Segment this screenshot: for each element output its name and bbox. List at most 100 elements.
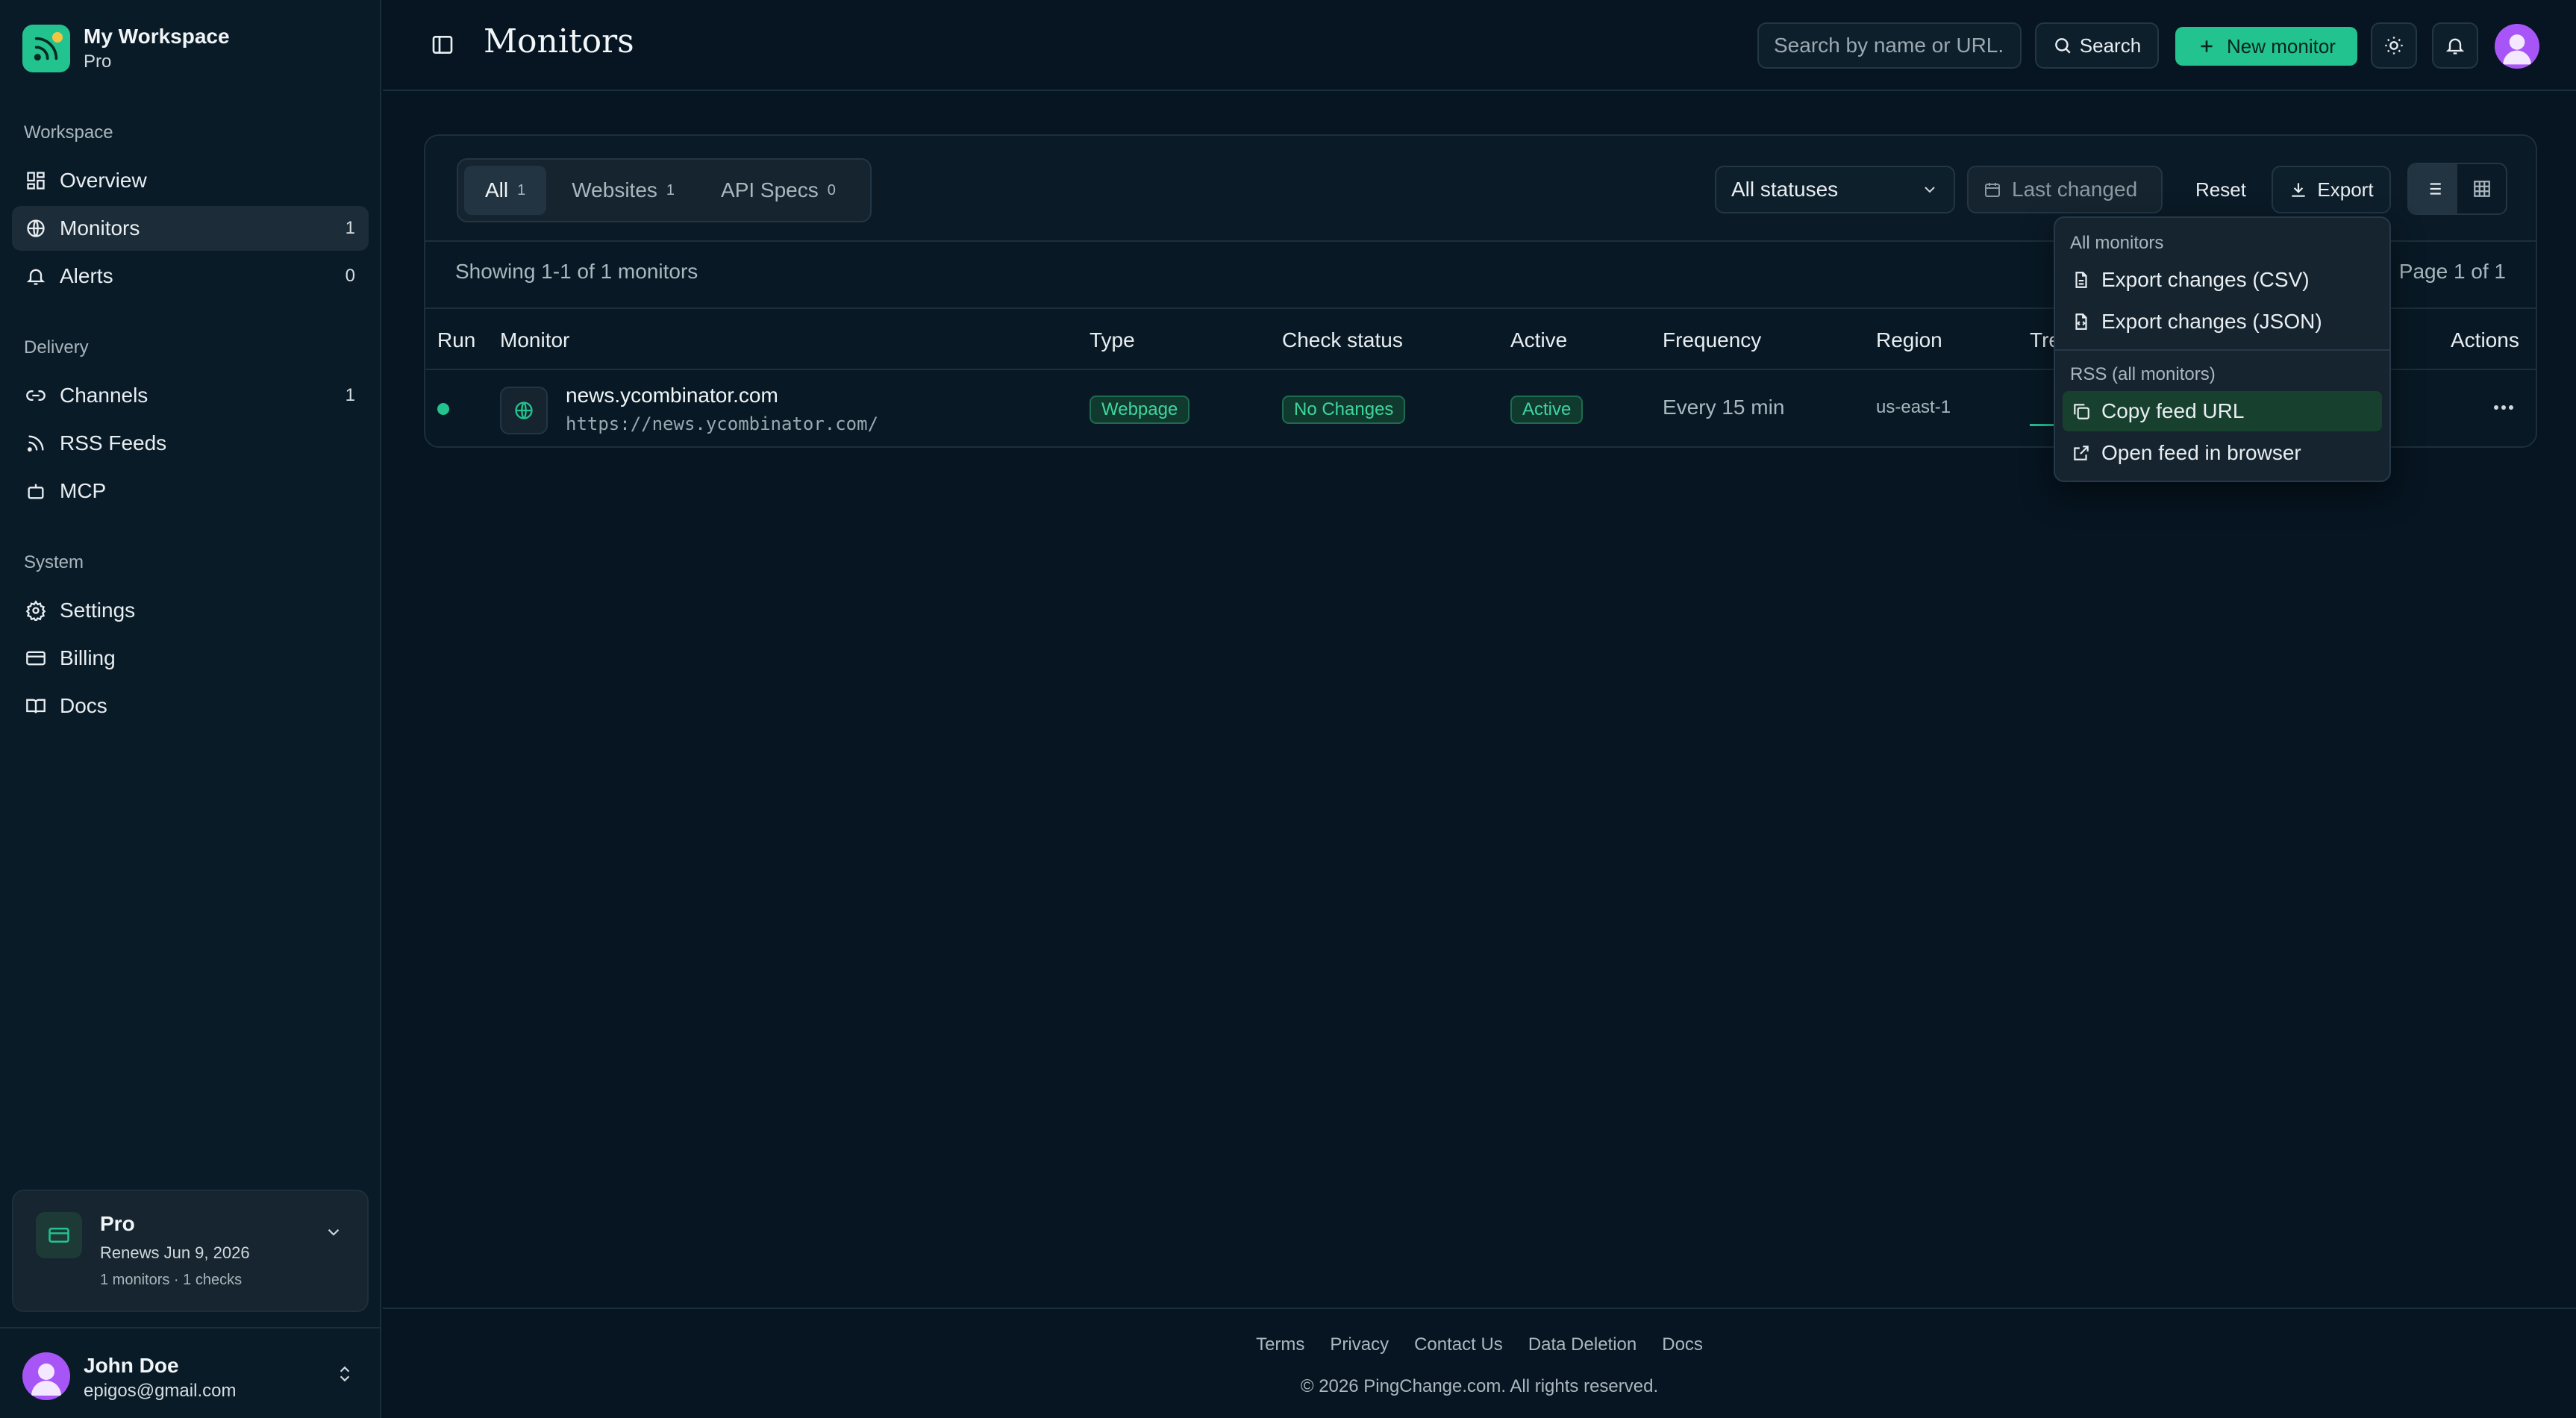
column-header-active: Active: [1510, 328, 1568, 352]
copyright: © 2026 PingChange.com. All rights reserv…: [1300, 1376, 1659, 1396]
search-button[interactable]: Search: [2035, 22, 2159, 69]
plan-stats: 1 monitors · 1 checks: [100, 1272, 243, 1288]
globe-icon: [500, 387, 548, 434]
dashboard-icon: [27, 172, 45, 190]
sidebar-item-monitors[interactable]: Monitors 1: [12, 206, 369, 251]
menu-item-export-json[interactable]: Export changes (JSON): [2063, 302, 2382, 342]
tab-websites[interactable]: Websites 1: [551, 166, 695, 215]
footer: Terms Privacy Contact Us Data Deletion D…: [383, 1308, 2576, 1418]
results-summary: Showing 1-1 of 1 monitors: [455, 260, 698, 283]
notifications-button[interactable]: [2432, 22, 2478, 69]
workspace-switcher[interactable]: My Workspace Pro: [22, 22, 230, 75]
copy-icon: [2074, 404, 2089, 419]
menu-item-copy-feed-url[interactable]: Copy feed URL: [2063, 391, 2382, 431]
menu-item-open-feed[interactable]: Open feed in browser: [2063, 433, 2382, 473]
chevrons-up-down-icon: [335, 1363, 354, 1385]
bell-icon: [2445, 38, 2465, 54]
type-badge: Webpage: [1090, 396, 1190, 424]
sidebar-item-billing[interactable]: Billing: [12, 636, 369, 681]
chevron-down-icon: [1925, 187, 1935, 193]
sidebar-item-rss-feeds[interactable]: RSS Feeds: [12, 421, 369, 466]
list-view-icon[interactable]: [2409, 164, 2457, 213]
user-name: John Doe: [84, 1354, 179, 1377]
tab-api-specs[interactable]: API Specs 0: [700, 166, 857, 215]
sidebar-item-label: Settings: [60, 599, 136, 622]
footer-links: Terms Privacy Contact Us Data Deletion D…: [383, 1334, 2576, 1355]
region-value: us-east-1: [1876, 397, 1951, 417]
frequency-value: Every 15 min: [1663, 396, 1785, 419]
export-button[interactable]: Export: [2272, 166, 2391, 213]
sidebar-toggle-icon[interactable]: [431, 33, 454, 57]
export-dropdown-menu: All monitors Export changes (CSV) Export…: [2054, 216, 2391, 482]
chevron-down-icon[interactable]: [324, 1222, 343, 1242]
sidebar-item-label: Docs: [60, 694, 107, 717]
plus-icon: [2201, 40, 2213, 52]
rss-icon: [27, 435, 44, 452]
sidebar-item-label: MCP: [60, 479, 107, 502]
menu-item-label: Export changes (CSV): [2101, 268, 2310, 291]
sidebar-item-docs[interactable]: Docs: [12, 684, 369, 728]
column-header-run: Run: [437, 328, 476, 352]
link-icon: [26, 390, 46, 401]
sidebar-item-channels[interactable]: Channels 1: [12, 373, 369, 418]
footer-link-privacy[interactable]: Privacy: [1330, 1334, 1389, 1355]
column-header-actions: Actions: [2451, 328, 2519, 352]
sidebar: My Workspace Pro Workspace Overview Moni…: [0, 0, 381, 1418]
sidebar-item-overview[interactable]: Overview: [12, 158, 369, 203]
column-header-type: Type: [1090, 328, 1135, 352]
plan-renewal: Renews Jun 9, 2026: [100, 1243, 250, 1262]
menu-item-label: Export changes (JSON): [2101, 310, 2322, 333]
workspace-plan: Pro: [84, 51, 112, 72]
export-label: Export: [2317, 178, 2374, 201]
file-code-icon: [2075, 313, 2087, 330]
new-monitor-button[interactable]: New monitor: [2175, 27, 2357, 66]
status-filter-select[interactable]: All statuses: [1715, 166, 1955, 213]
more-actions-icon[interactable]: [2485, 393, 2522, 422]
globe-icon: [27, 219, 45, 237]
monitor-type-tabs: All 1 Websites 1 API Specs 0: [457, 158, 872, 222]
workspace-logo-icon: [22, 25, 70, 72]
footer-link-docs[interactable]: Docs: [1662, 1334, 1703, 1355]
sidebar-item-mcp[interactable]: MCP: [12, 469, 369, 513]
reset-button[interactable]: Reset: [2182, 166, 2260, 213]
menu-item-export-csv[interactable]: Export changes (CSV): [2063, 260, 2382, 300]
plan-card[interactable]: Pro Renews Jun 9, 2026 1 monitors · 1 ch…: [12, 1190, 369, 1312]
avatar[interactable]: [2495, 24, 2539, 69]
credit-card-icon: [36, 1212, 82, 1258]
grid-view-icon[interactable]: [2457, 164, 2506, 213]
footer-link-contact[interactable]: Contact Us: [1414, 1334, 1503, 1355]
sidebar-item-count: 0: [345, 266, 355, 286]
credit-card-icon: [26, 651, 46, 666]
tab-count: 0: [827, 181, 836, 199]
search-input[interactable]: [1757, 22, 2022, 69]
footer-link-terms[interactable]: Terms: [1256, 1334, 1304, 1355]
section-label-system: System: [24, 552, 84, 572]
sidebar-item-alerts[interactable]: Alerts 0: [12, 254, 369, 299]
file-icon: [2075, 272, 2087, 288]
run-status-dot: [437, 403, 449, 415]
section-label-delivery: Delivery: [24, 337, 89, 357]
external-link-icon: [2074, 446, 2089, 460]
top-bar: Monitors Search New monitor: [383, 0, 2576, 91]
last-changed-label: Last changed: [2012, 178, 2138, 201]
column-header-check-status: Check status: [1282, 328, 1403, 352]
check-status-badge: No Changes: [1282, 396, 1406, 424]
footer-link-data-deletion[interactable]: Data Deletion: [1528, 1334, 1636, 1355]
last-changed-filter[interactable]: Last changed: [1967, 166, 2163, 213]
column-header-monitor: Monitor: [500, 328, 570, 352]
tab-count: 1: [517, 181, 526, 199]
sidebar-item-label: Alerts: [60, 264, 113, 287]
theme-toggle-button[interactable]: [2371, 22, 2417, 69]
user-menu[interactable]: John Doe epigos@gmail.com: [0, 1327, 381, 1418]
sidebar-item-settings[interactable]: Settings: [12, 588, 369, 633]
tab-count: 1: [666, 181, 675, 199]
bell-icon: [26, 269, 46, 285]
sidebar-item-label: Billing: [60, 646, 116, 669]
monitor-name[interactable]: news.ycombinator.com: [566, 384, 778, 407]
download-icon: [2292, 183, 2306, 197]
calendar-icon: [1985, 183, 2000, 197]
user-email: epigos@gmail.com: [84, 1381, 237, 1401]
tab-all[interactable]: All 1: [464, 166, 547, 215]
new-monitor-label: New monitor: [2227, 34, 2336, 57]
view-toggle: [2407, 163, 2507, 215]
